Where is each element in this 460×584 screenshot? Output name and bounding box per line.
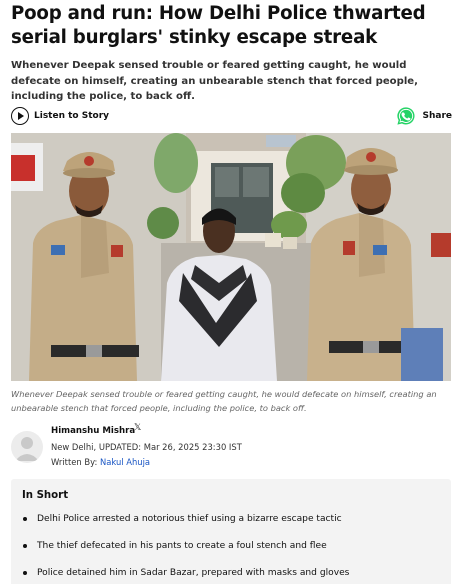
subheadline: Whenever Deepak sensed trouble or feared… (11, 60, 418, 102)
list-item: Police detained him in Sadar Bazar, prep… (22, 566, 442, 584)
avatar (11, 431, 43, 463)
in-short-title: In Short (22, 490, 69, 501)
x-icon[interactable]: 𝕏 (134, 423, 141, 433)
in-short-list: Delhi Police arrested a notorious thief … (22, 512, 442, 584)
list-item: Delhi Police arrested a notorious thief … (22, 512, 442, 539)
user-avatar-icon (15, 437, 39, 461)
article-photo (11, 133, 451, 381)
list-item: The thief defecated in his pants to crea… (22, 539, 442, 566)
listen-label: Listen to Story (34, 111, 110, 121)
play-circle-icon (11, 107, 29, 125)
written-by: Written By: Nakul Ahuja (51, 457, 150, 467)
photo-caption: Whenever Deepak sensed trouble or feared… (11, 389, 437, 413)
written-by-label: Written By: (51, 457, 98, 467)
share-button[interactable]: Share (396, 105, 452, 127)
headline: Poop and run: How Delhi Police thwarted … (11, 3, 426, 48)
dateline: New Delhi, UPDATED: Mar 26, 2025 23:30 I… (51, 442, 242, 452)
author-block: Himanshu Mishra 𝕏 New Delhi, UPDATED: Ma… (11, 423, 451, 472)
in-short-box: In Short Delhi Police arrested a notorio… (11, 479, 451, 584)
share-label: Share (422, 111, 452, 121)
author-name[interactable]: Himanshu Mishra (51, 426, 135, 436)
listen-to-story-button[interactable]: Listen to Story (11, 106, 109, 126)
written-by-link[interactable]: Nakul Ahuja (100, 457, 150, 467)
whatsapp-icon (397, 107, 416, 125)
